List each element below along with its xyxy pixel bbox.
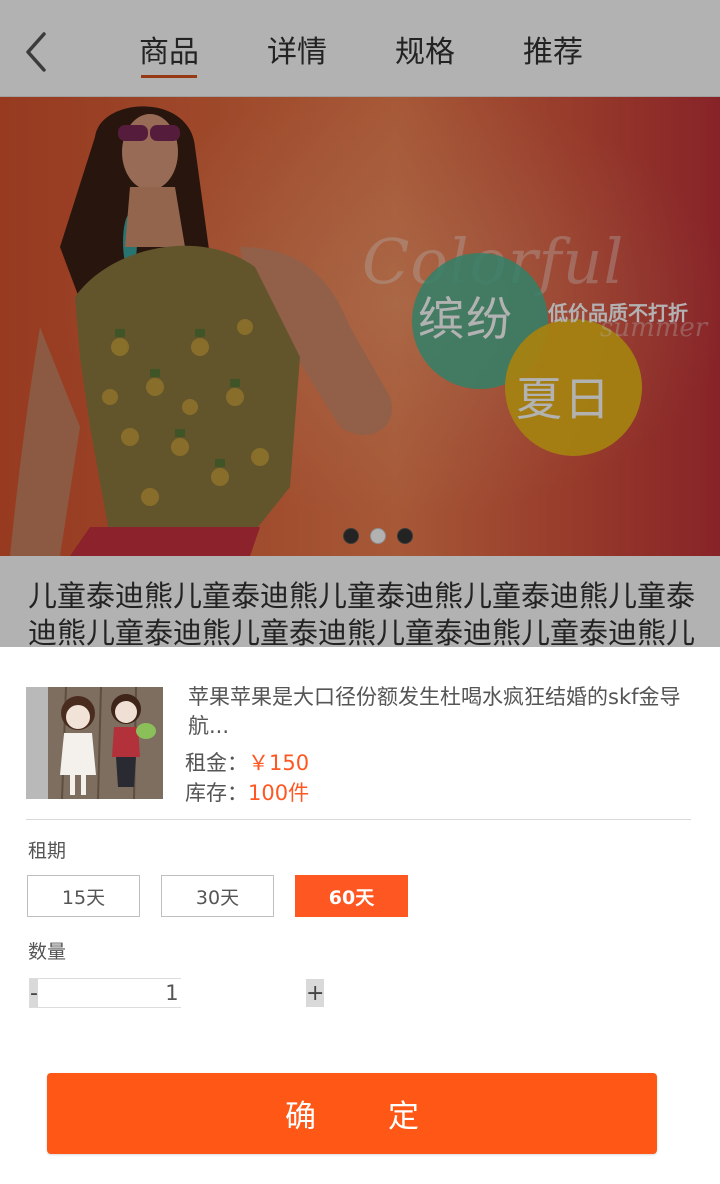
confirm-button[interactable]: 确定 — [47, 1073, 657, 1154]
quantity-stepper: - + — [29, 978, 325, 1008]
item-stock: 库存：100件 — [185, 777, 309, 807]
price-label: 租金： — [185, 751, 248, 775]
increment-button[interactable]: + — [305, 979, 325, 1007]
item-price: 租金：￥150 — [185, 747, 309, 777]
quantity-label: 数量 — [28, 941, 67, 963]
stock-value: 100件 — [248, 781, 310, 805]
quantity-input[interactable] — [37, 979, 306, 1007]
period-option-15[interactable]: 15天 — [27, 875, 140, 917]
period-option-60[interactable]: 60天 — [295, 875, 408, 917]
period-option-30[interactable]: 30天 — [161, 875, 274, 917]
rental-period-label: 租期 — [28, 840, 67, 862]
rental-period-options: 15天 30天 60天 — [27, 875, 408, 917]
item-name: 苹果苹果是大口径份额发生杜喝水疯狂结婚的skf金导航... — [188, 685, 681, 738]
decrement-button[interactable]: - — [30, 979, 38, 1007]
modal-overlay[interactable] — [0, 0, 720, 647]
selected-item-summary: 苹果苹果是大口径份额发生杜喝水疯狂结婚的skf金导航... 租金：￥150 库存… — [26, 685, 691, 820]
rental-options-sheet: 苹果苹果是大口径份额发生杜喝水疯狂结婚的skf金导航... 租金：￥150 库存… — [0, 647, 720, 1184]
item-thumbnail — [26, 687, 163, 799]
stock-label: 库存： — [185, 781, 248, 805]
price-value: ￥150 — [248, 751, 310, 775]
doll-toys-image — [26, 687, 163, 799]
